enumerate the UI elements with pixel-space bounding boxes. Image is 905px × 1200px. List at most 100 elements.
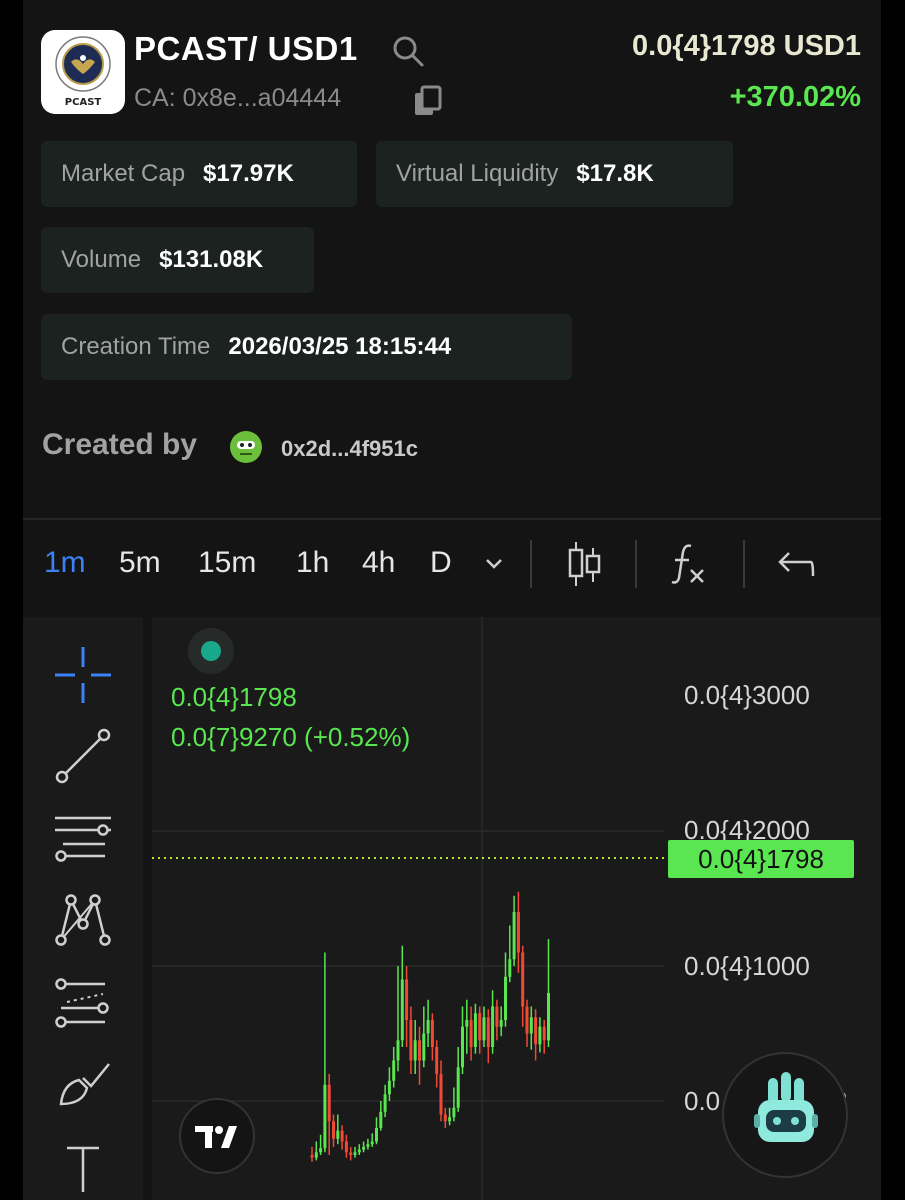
candle-body <box>435 1047 439 1074</box>
search-icon[interactable] <box>391 34 425 68</box>
robot-icon <box>754 1072 818 1142</box>
undo-icon[interactable] <box>777 550 815 580</box>
text-tool-icon[interactable] <box>53 1136 113 1196</box>
creation-label: Creation Time <box>61 333 211 360</box>
candle-body <box>439 1074 443 1115</box>
candle-body <box>512 912 516 960</box>
timeframe-1h[interactable]: 1h <box>296 546 329 580</box>
liquidity-value: $17.8K <box>576 160 654 187</box>
legend-price: 0.0{4}1798 <box>171 682 297 712</box>
y-axis-label: 0.0 <box>684 1086 721 1116</box>
token-price: 0.0{4}1798 USD1 <box>632 30 861 62</box>
candle-body <box>495 1006 499 1027</box>
candle-body <box>465 1020 469 1027</box>
legend-dot[interactable] <box>188 628 234 674</box>
candle-body <box>392 1060 396 1081</box>
candle-body <box>353 1152 357 1155</box>
candle-body <box>473 1013 477 1047</box>
timeframe-1m[interactable]: 1m <box>44 546 86 580</box>
candle-body <box>499 1020 503 1027</box>
candle-body <box>542 1026 546 1041</box>
creation-value: 2026/03/25 18:15:44 <box>228 333 452 360</box>
candle-body <box>430 1020 434 1047</box>
candle-body <box>310 1155 314 1158</box>
market-cap-label: Market Cap <box>61 160 186 187</box>
candle-body <box>340 1130 344 1142</box>
toolbar-separator <box>743 540 745 588</box>
candle-body <box>443 1114 447 1122</box>
candle-body <box>327 1084 331 1122</box>
candle-body <box>383 1094 387 1112</box>
candle-body <box>387 1080 391 1095</box>
candle-body <box>504 976 507 1020</box>
trend-line-icon[interactable] <box>53 726 113 786</box>
market-cap-value: $17.97K <box>203 160 294 187</box>
candles-icon[interactable] <box>565 540 603 588</box>
current-price-tag: 0.0{4}1798 <box>668 840 854 878</box>
created-by-label: Created by <box>42 428 198 461</box>
volume-value: $131.08K <box>159 246 264 273</box>
tradingview-icon <box>195 1126 237 1148</box>
brush-icon[interactable] <box>53 1054 113 1114</box>
candle-body <box>314 1152 318 1158</box>
market-cap-chip: Market Cap $17.97K <box>41 141 357 207</box>
candle-body <box>529 1017 533 1034</box>
candle-body <box>456 1067 460 1108</box>
crosshair-icon[interactable] <box>53 645 113 705</box>
token-logo: PCAST <box>41 30 125 114</box>
timeframe-d[interactable]: D <box>430 546 452 580</box>
candle-body <box>418 1040 421 1061</box>
pair-title: PCAST/ USD1 <box>134 30 358 67</box>
assistant-bot-button[interactable] <box>722 1052 848 1178</box>
toolbar-separator <box>635 540 637 588</box>
y-axis-label: 0.0{4}3000 <box>684 680 810 710</box>
candle-body <box>486 1017 490 1047</box>
forecast-icon[interactable] <box>53 972 113 1032</box>
creation-time-chip: Creation Time 2026/03/25 18:15:44 <box>41 314 572 380</box>
candle-body <box>547 993 550 1041</box>
candle-body <box>396 1040 400 1061</box>
copy-icon[interactable] <box>411 84 445 118</box>
candle-body <box>370 1141 374 1145</box>
candle-body <box>332 1121 335 1139</box>
candle-body <box>422 1033 426 1061</box>
indicators-fx-icon[interactable] <box>669 540 709 588</box>
candle-body <box>366 1144 370 1147</box>
candle-body <box>323 1084 327 1149</box>
timeframe-5m[interactable]: 5m <box>119 546 161 580</box>
candle-body <box>508 959 512 977</box>
candle-body <box>357 1149 361 1153</box>
candle-body <box>319 1148 323 1153</box>
tradingview-logo[interactable] <box>179 1098 255 1174</box>
candle-body <box>521 952 525 1007</box>
timeframe-15m[interactable]: 15m <box>198 546 256 580</box>
y-axis-label: 0.0{4}1000 <box>684 951 810 981</box>
pattern-icon[interactable] <box>53 890 113 950</box>
candle-body <box>336 1130 340 1139</box>
candle-body <box>413 1040 417 1061</box>
creator-avatar[interactable] <box>229 430 263 464</box>
candle-body <box>491 1006 495 1047</box>
chevron-down-icon[interactable] <box>484 556 504 572</box>
candle-body <box>461 1026 464 1068</box>
candle-body <box>452 1107 456 1118</box>
volume-chip: Volume $131.08K <box>41 227 314 293</box>
timeframe-4h[interactable]: 4h <box>362 546 395 580</box>
contract-address: CA: 0x8e...a04444 <box>134 84 342 112</box>
logo-label: PCAST <box>64 97 102 108</box>
candle-body <box>426 1020 430 1034</box>
candle-body <box>405 979 409 1020</box>
candle-body <box>478 1013 482 1041</box>
fib-lines-icon[interactable] <box>53 808 113 868</box>
candle-body <box>538 1026 542 1045</box>
candle-body <box>375 1128 378 1142</box>
candles-group <box>310 891 550 1162</box>
candle-body <box>448 1117 452 1122</box>
liquidity-chip: Virtual Liquidity $17.8K <box>376 141 733 207</box>
volume-label: Volume <box>61 246 142 273</box>
candle-body <box>400 979 404 1041</box>
candle-body <box>409 1020 413 1061</box>
candle-body <box>534 1017 538 1045</box>
legend-change: 0.0{7}9270 (+0.52%) <box>171 722 411 752</box>
creator-address[interactable]: 0x2d...4f951c <box>281 436 418 462</box>
